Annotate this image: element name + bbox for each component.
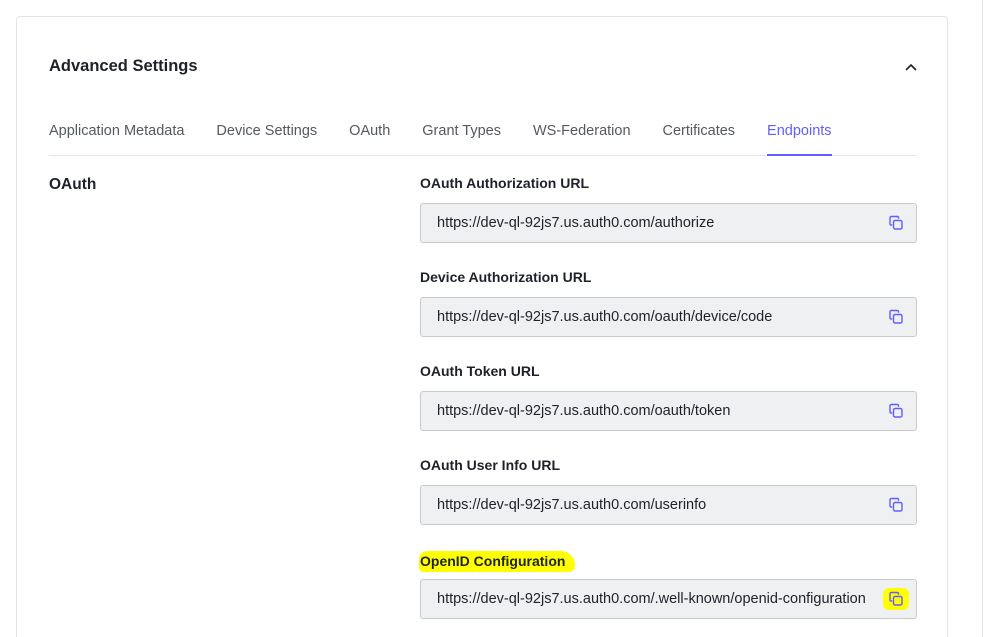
- tab-oauth[interactable]: OAuth: [349, 113, 390, 155]
- highlight-marker: [883, 588, 909, 610]
- copy-icon: [889, 309, 903, 324]
- endpoint-field: OAuth Authorization URL https://dev-ql-9…: [420, 175, 917, 269]
- tab-certificates[interactable]: Certificates: [663, 113, 736, 155]
- tab-endpoints[interactable]: Endpoints: [767, 113, 832, 156]
- copy-button[interactable]: [876, 204, 916, 242]
- advanced-settings-card: Advanced Settings Application Metadata D…: [16, 16, 948, 637]
- field-value[interactable]: https://dev-ql-92js7.us.auth0.com/author…: [421, 215, 876, 231]
- readonly-url-field[interactable]: https://dev-ql-92js7.us.auth0.com/userin…: [420, 485, 917, 525]
- collapse-button[interactable]: [899, 57, 923, 77]
- endpoint-field: OAuth User Info URL https://dev-ql-92js7…: [420, 457, 917, 551]
- copy-icon: [889, 591, 903, 606]
- readonly-url-field[interactable]: https://dev-ql-92js7.us.auth0.com/author…: [420, 203, 917, 243]
- field-label: OAuth Authorization URL: [420, 175, 590, 191]
- scrollbar[interactable]: [982, 0, 983, 637]
- endpoint-field: Device Authorization URL https://dev-ql-…: [420, 269, 917, 363]
- copy-button[interactable]: [876, 392, 916, 430]
- card-title: Advanced Settings: [49, 57, 198, 75]
- tab-ws-federation[interactable]: WS-Federation: [533, 113, 631, 155]
- field-value[interactable]: https://dev-ql-92js7.us.auth0.com/.well-…: [421, 591, 876, 607]
- endpoint-field: OAuth Token URL https://dev-ql-92js7.us.…: [420, 363, 917, 457]
- endpoint-fields: OAuth Authorization URL https://dev-ql-9…: [419, 175, 917, 637]
- tab-grant-types[interactable]: Grant Types: [422, 113, 501, 155]
- field-label: OpenID Configuration: [419, 551, 576, 572]
- field-value[interactable]: https://dev-ql-92js7.us.auth0.com/userin…: [421, 497, 876, 513]
- field-label: OAuth Token URL: [420, 363, 540, 379]
- field-value[interactable]: https://dev-ql-92js7.us.auth0.com/oauth/…: [421, 403, 876, 419]
- readonly-url-field[interactable]: https://dev-ql-92js7.us.auth0.com/oauth/…: [420, 391, 917, 431]
- section-label: OAuth: [49, 176, 97, 193]
- tab-device-settings[interactable]: Device Settings: [216, 113, 317, 155]
- copy-icon: [889, 497, 903, 512]
- settings-tabs: Application Metadata Device Settings OAu…: [49, 113, 917, 156]
- page: Advanced Settings Application Metadata D…: [0, 0, 1001, 637]
- readonly-url-field[interactable]: https://dev-ql-92js7.us.auth0.com/.well-…: [420, 579, 917, 619]
- copy-icon: [889, 215, 903, 230]
- copy-button[interactable]: [876, 298, 916, 336]
- field-label: OAuth User Info URL: [420, 457, 560, 473]
- chevron-up-icon: [905, 64, 917, 71]
- field-value[interactable]: https://dev-ql-92js7.us.auth0.com/oauth/…: [421, 309, 876, 325]
- copy-button[interactable]: [876, 580, 916, 618]
- field-label: Device Authorization URL: [420, 269, 592, 285]
- readonly-url-field[interactable]: https://dev-ql-92js7.us.auth0.com/oauth/…: [420, 297, 917, 337]
- copy-button[interactable]: [876, 486, 916, 524]
- tab-application-metadata[interactable]: Application Metadata: [49, 113, 184, 155]
- copy-icon: [889, 403, 903, 418]
- endpoint-field: OpenID Configuration https://dev-ql-92js…: [419, 551, 917, 637]
